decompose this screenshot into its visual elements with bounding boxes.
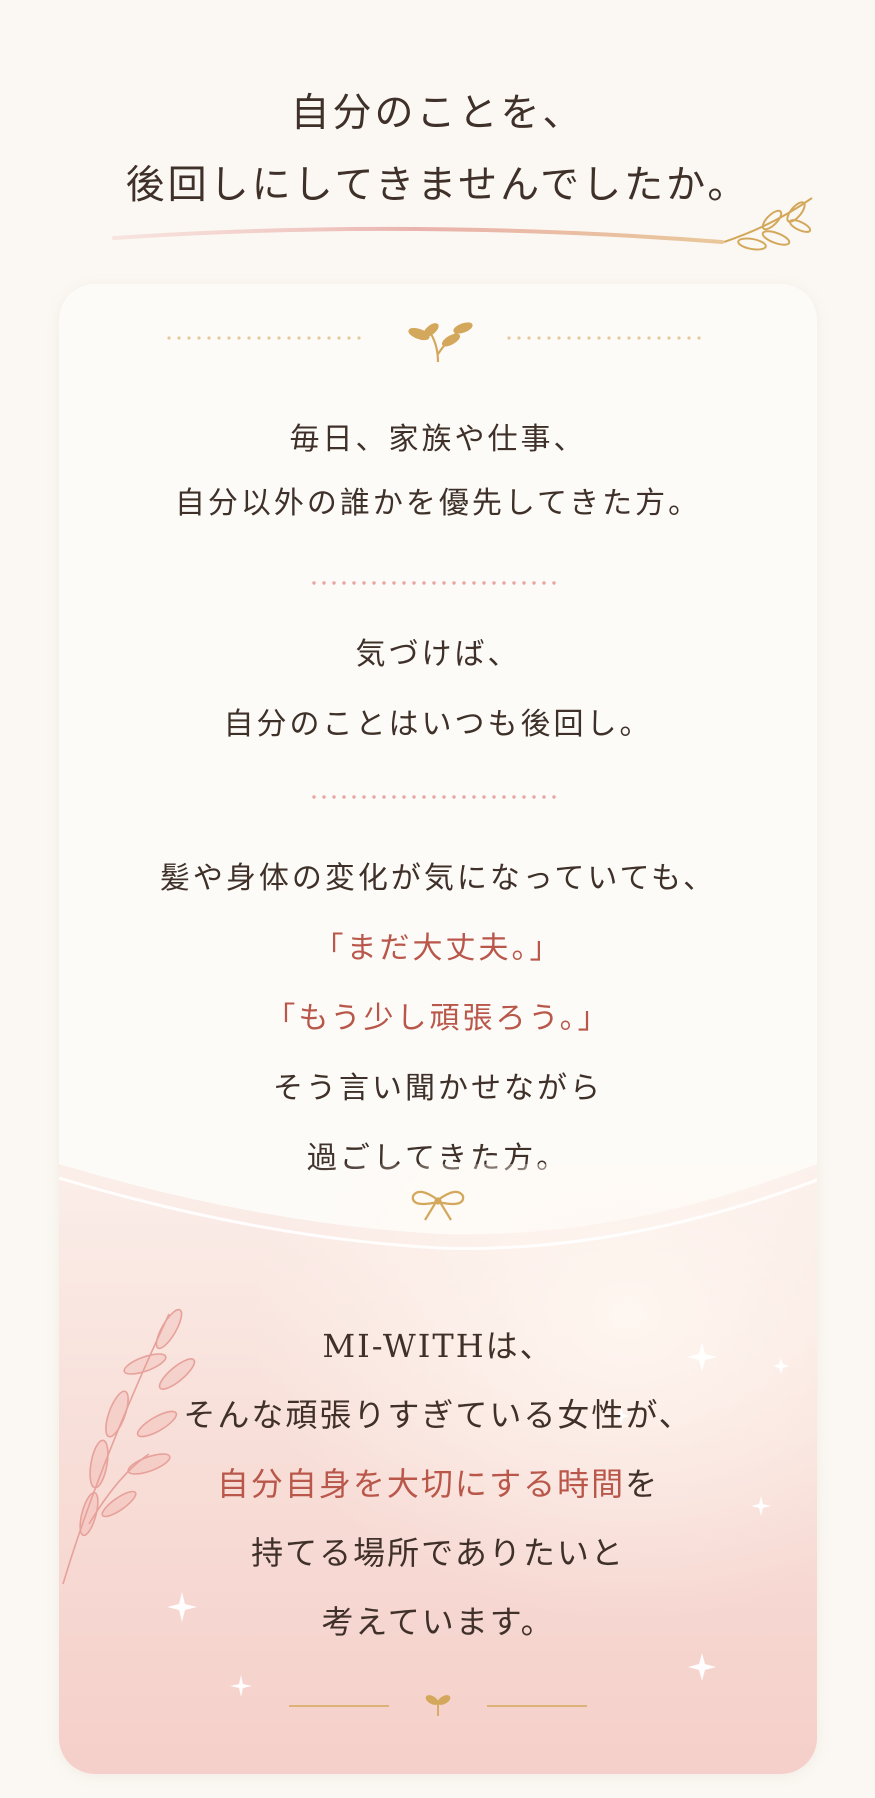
message-card: 毎日、家族や仕事、 自分以外の誰かを優先してきた方。 気づけば、 自分のことはい…	[59, 284, 817, 1774]
realization-line-1: 気づけば、	[355, 637, 521, 672]
sprout-icon	[408, 322, 473, 363]
struggle-section: 髪や身体の変化が気になっていても、 「まだ大丈夫。」 「もう少し頑張ろう。」 そ…	[59, 844, 817, 1194]
small-sprout-icon	[425, 1695, 451, 1716]
intro-line-2: 自分以外の誰かを優先してきた方。	[174, 486, 702, 521]
message-line-2: そんな頑張りすぎている女性が、	[183, 1396, 693, 1434]
message-line-3: 自分自身を大切にする時間を	[59, 1450, 817, 1519]
quote-try-harder: 「もう少し頑張ろう。」	[265, 1001, 611, 1036]
headline-line-1: 自分のことを、	[290, 91, 585, 136]
struggle-line-4: そう言い聞かせながら	[273, 1071, 603, 1106]
leaf-sprig-icon	[723, 197, 813, 251]
quote-still-fine: 「まだ大丈夫。」	[313, 931, 563, 966]
dotted-divider	[312, 581, 556, 585]
message-highlight-suffix: を	[625, 1465, 660, 1503]
realization-section: 気づけば、 自分のことはいつも後回し。	[59, 620, 817, 760]
card-top-ornament	[167, 322, 701, 363]
realization-line-2: 自分のことはいつも後回し。	[223, 707, 653, 742]
mission-message: MI-WITHは、 そんな頑張りすぎている女性が、 自分自身を大切にする時間を …	[59, 1312, 817, 1657]
message-line-1: MI-WITHは、	[322, 1327, 554, 1365]
intro-section: 毎日、家族や仕事、 自分以外の誰かを優先してきた方。	[59, 408, 817, 536]
message-line-5: 考えています。	[321, 1603, 555, 1641]
message-line-4: 持てる場所でありたいと	[251, 1534, 625, 1572]
message-highlight: 自分自身を大切にする時間	[216, 1465, 626, 1503]
struggle-line-1: 髪や身体の変化が気になっていても、	[159, 861, 717, 896]
bottom-ornament	[289, 1695, 587, 1716]
intro-line-1: 毎日、家族や仕事、	[289, 422, 587, 457]
headline-underline-decoration	[112, 197, 813, 251]
dotted-divider	[312, 795, 556, 799]
